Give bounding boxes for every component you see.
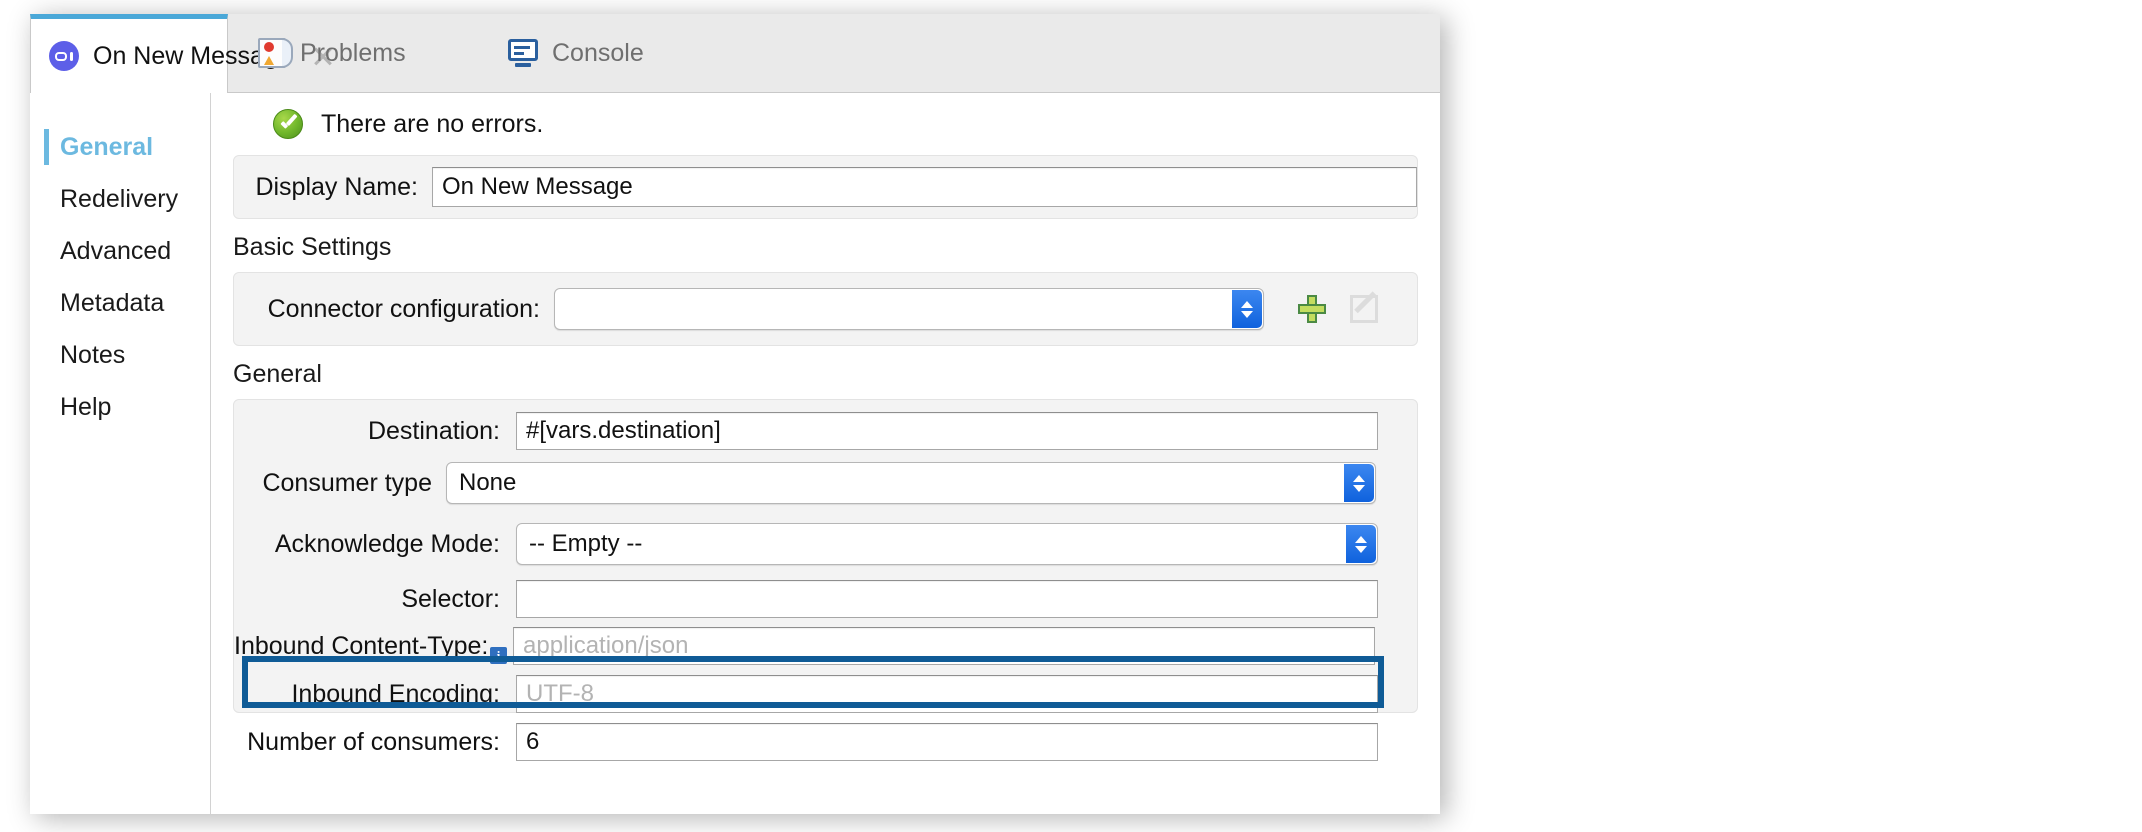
tab-bar: On New Message Problems Console	[30, 14, 1440, 93]
inbound-encoding-input[interactable]: UTF-8	[516, 675, 1378, 713]
tab-console[interactable]: Console	[490, 14, 662, 92]
destination-input[interactable]: #[vars.destination]	[516, 412, 1378, 450]
destination-row: Destination: #[vars.destination]	[234, 408, 1417, 454]
tab-label: Console	[552, 38, 644, 67]
console-icon	[508, 39, 538, 67]
connector-configuration-select[interactable]	[554, 288, 1264, 330]
listener-icon	[49, 41, 79, 71]
basic-settings-title: Basic Settings	[233, 233, 392, 261]
chevron-updown-icon[interactable]	[1344, 464, 1374, 502]
inbound-content-type-label: Inbound Content-Type:	[234, 631, 489, 660]
basic-settings-group: Connector configuration:	[233, 272, 1418, 346]
sidebar-item-label: Redelivery	[60, 184, 179, 213]
inbound-encoding-row: Inbound Encoding: UTF-8	[234, 670, 1417, 718]
tab-label: Problems	[300, 38, 406, 67]
consumer-type-select[interactable]: None	[446, 462, 1376, 504]
tab-window: On New Message Problems Console General	[30, 14, 1440, 814]
consumer-type-row: Consumer type None	[234, 454, 1417, 512]
number-of-consumers-input[interactable]: 6	[516, 723, 1378, 761]
tab-problems[interactable]: Problems	[240, 14, 424, 92]
sidebar-item-label: General	[60, 132, 154, 161]
connector-configuration-label: Connector configuration:	[267, 294, 540, 323]
tab-on-new-message[interactable]: On New Message	[30, 14, 292, 93]
sidebar-item-label: Help	[60, 392, 112, 421]
sidebar-item-label: Notes	[60, 340, 126, 369]
acknowledge-mode-value: -- Empty --	[529, 530, 643, 557]
settings-sidebar: General Redelivery Advanced Metadata Not…	[30, 93, 211, 814]
plus-icon[interactable]	[1298, 295, 1326, 323]
editor-body: General Redelivery Advanced Metadata Not…	[30, 93, 1440, 814]
consumer-type-value: None	[459, 469, 517, 496]
destination-label: Destination:	[367, 416, 500, 445]
sidebar-item-metadata[interactable]: Metadata	[30, 277, 210, 329]
display-name-label: Display Name:	[255, 172, 418, 201]
selector-label: Selector:	[401, 584, 500, 613]
acknowledge-mode-select[interactable]: -- Empty --	[516, 523, 1378, 565]
number-of-consumers-row: Number of consumers: 6	[234, 718, 1417, 766]
sidebar-item-help[interactable]: Help	[30, 381, 210, 433]
consumer-type-label: Consumer type	[262, 468, 432, 497]
inbound-content-type-input[interactable]: application/json	[513, 627, 1375, 665]
sidebar-item-label: Metadata	[60, 288, 165, 317]
sidebar-item-label: Advanced	[60, 236, 172, 265]
sidebar-item-redelivery[interactable]: Redelivery	[30, 173, 210, 225]
display-name-input[interactable]: On New Message	[432, 167, 1417, 207]
inbound-content-type-row: Inbound Content-Type: i application/json	[234, 622, 1417, 670]
general-section-title: General	[233, 360, 322, 388]
selector-row: Selector:	[234, 576, 1417, 622]
edit-pencil-icon	[1350, 295, 1378, 323]
sidebar-item-advanced[interactable]: Advanced	[30, 225, 210, 277]
inbound-encoding-label: Inbound Encoding:	[291, 679, 500, 708]
info-icon[interactable]: i	[490, 647, 507, 664]
general-group: Destination: #[vars.destination] Consume…	[233, 399, 1418, 761]
status-text: There are no errors.	[321, 109, 544, 138]
sidebar-item-general[interactable]: General	[30, 121, 210, 173]
sidebar-item-notes[interactable]: Notes	[30, 329, 210, 381]
settings-panel: There are no errors. Display Name: On Ne…	[211, 93, 1440, 814]
acknowledge-mode-row: Acknowledge Mode: -- Empty --	[234, 512, 1417, 576]
problems-icon	[258, 38, 293, 68]
chevron-updown-icon[interactable]	[1232, 290, 1262, 328]
success-check-icon	[273, 109, 303, 139]
selector-input[interactable]	[516, 580, 1378, 618]
display-name-group: Display Name: On New Message	[233, 155, 1418, 219]
chevron-updown-icon[interactable]	[1346, 525, 1376, 563]
acknowledge-mode-label: Acknowledge Mode:	[274, 529, 500, 558]
status-message: There are no errors.	[211, 93, 1440, 155]
number-of-consumers-label: Number of consumers:	[247, 727, 500, 756]
